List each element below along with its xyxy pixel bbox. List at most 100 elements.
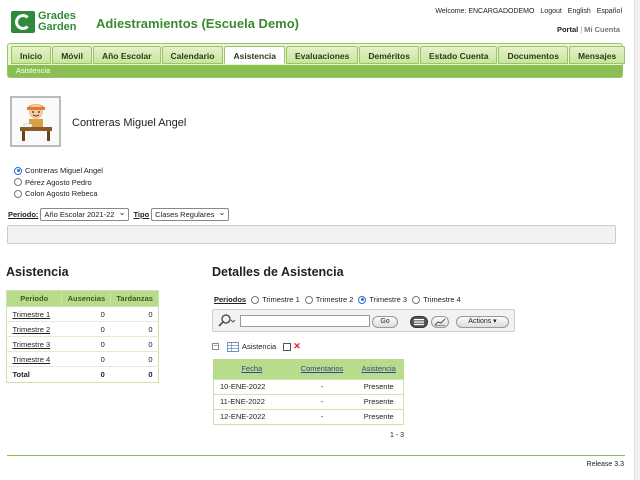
actions-button[interactable]: Actions ▾ [456,316,509,328]
period-option-label: Trimestre 4 [423,295,461,304]
table-row: Trimestre 400 [6,351,159,367]
count-cell: 0 [110,366,159,382]
student-name: Contreras Miguel Angel [72,117,187,129]
mi-cuenta-link[interactable]: Mi Cuenta [584,25,620,34]
scrollbar[interactable] [634,0,640,480]
count-cell: 0 [110,351,159,367]
chart-view-button[interactable] [431,316,449,328]
tab-calendario[interactable]: Calendario [161,46,224,64]
collapse-icon[interactable]: − [212,343,219,350]
table-icon [227,341,239,352]
tab-mensajes[interactable]: Mensajes [568,46,626,64]
count-cell: 0 [110,306,159,322]
type-label: Tipo [133,210,150,219]
student-option[interactable]: Colon Agosto Rebeca [14,188,103,200]
grid-icon [414,319,424,326]
comment-cell: - [290,408,354,424]
grid-view-button[interactable] [410,316,428,328]
period-link[interactable]: Trimestre 2 [6,321,62,337]
period-link[interactable]: Trimestre 3 [6,336,62,352]
student-option[interactable]: Contreras Miguel Angel [14,165,103,177]
tab-a-o-escolar[interactable]: Año Escolar [92,46,161,64]
logo-line-2: Garden [38,21,77,33]
logo-text: Grades Garden [38,11,77,33]
details-header-sort[interactable]: Comentarios [290,359,354,379]
radio-button[interactable] [14,166,22,175]
table-row: 12-ENE-2022- Presente [213,408,404,424]
period-option[interactable]: Trimestre 2 [304,295,353,304]
periods-label: Periodos [214,295,247,304]
comment-cell: - [290,378,354,394]
student-option-label: Contreras Miguel Angel [25,166,103,176]
count-cell: 0 [110,336,159,352]
tab-dem-ritos[interactable]: Deméritos [359,46,419,64]
delete-icon[interactable]: ✕ [293,341,301,352]
main-menu: Inicio Móvil Año Escolar Calendario Asistenc… [7,43,626,78]
subnav: Asistencia [8,65,622,77]
filter-bar: Periodo: Año Escolar 2021-22 Tipo Clases… [8,207,233,221]
student-avatar [10,96,61,147]
table-row: 10-ENE-2022- Presente [213,378,404,394]
summary-title: Asistencia [6,265,69,279]
type-select[interactable]: Clases Regulares [151,207,230,221]
period-link[interactable]: Trimestre 1 [6,306,62,322]
period-link: Total [6,366,62,382]
info-panel [7,225,616,244]
details-title: Detalles de Asistencia [212,265,344,279]
student-option-label: Pérez Agosto Pedro [25,177,92,187]
top-nav: Welcome: ENCARGADODEMO Logout English Es… [431,8,622,15]
radio-button[interactable] [358,295,367,304]
app-title: Adiestramientos (Escuela Demo) [96,16,300,31]
radio-button[interactable] [251,295,260,304]
portal-switch: Portal | Mi Cuenta [556,25,620,34]
details-header-sort[interactable]: Fecha [213,359,291,379]
portal-link[interactable]: Portal [557,25,578,34]
table-row: Trimestre 100 [6,306,159,322]
student-cartoon-icon [12,98,59,145]
search-input[interactable] [240,315,370,327]
report-controls: − Asistencia ✕ [212,341,301,352]
tab-estado-cuenta[interactable]: Estado Cuenta [419,46,498,64]
search-bar: Go Actions ▾ [212,309,515,332]
table-row: Total 0 0 [6,366,159,382]
footer-divider [7,455,625,456]
radio-button[interactable] [304,295,313,304]
summary-table: Periodo Ausencias Tardanzas Trimestre 100T… [5,290,159,382]
report-label: Asistencia [242,342,277,351]
attendance-cell: Presente [353,378,404,394]
table-row: Trimestre 300 [6,336,159,352]
go-button[interactable]: Go [372,316,398,328]
espanol-link[interactable]: Español [597,8,622,15]
logout-link[interactable]: Logout [540,8,561,15]
summary-header: Periodo [5,290,63,307]
count-cell: 0 [61,351,111,367]
subnav-label: Asistencia [16,66,51,75]
tab-inicio[interactable]: Inicio [11,46,52,64]
summary-header: Ausencias [61,290,112,307]
radio-button[interactable] [14,189,22,198]
radio-button[interactable] [14,178,22,187]
student-option-label: Colon Agosto Rebeca [25,189,98,199]
search-icon[interactable] [217,313,236,328]
radio-button[interactable] [412,295,421,304]
tab-documentos[interactable]: Documentos [498,46,568,64]
pagination: 1 - 3 [390,432,405,439]
select-checkbox[interactable] [283,342,292,351]
english-link[interactable]: English [568,8,591,15]
details-header-sort[interactable]: Asistencia [353,359,404,379]
period-option[interactable]: Trimestre 3 [358,295,407,304]
period-option-label: Trimestre 3 [369,295,408,304]
period-select[interactable]: Año Escolar 2021-22 [40,207,130,221]
tab-asistencia[interactable]: Asistencia [224,46,286,64]
student-option[interactable]: Pérez Agosto Pedro [14,177,103,189]
period-link[interactable]: Trimestre 4 [6,351,62,367]
period-option[interactable]: Trimestre 1 [251,295,300,304]
period-label: Periodo: [8,210,39,219]
tab-m-vil[interactable]: Móvil [52,46,92,64]
logo: Grades Garden [11,11,91,35]
date-cell: 12-ENE-2022 [213,408,291,424]
count-cell: 0 [61,336,111,352]
logo-mark-icon [11,11,35,33]
period-option[interactable]: Trimestre 4 [412,295,461,304]
tab-evaluaciones[interactable]: Evaluaciones [286,46,359,64]
